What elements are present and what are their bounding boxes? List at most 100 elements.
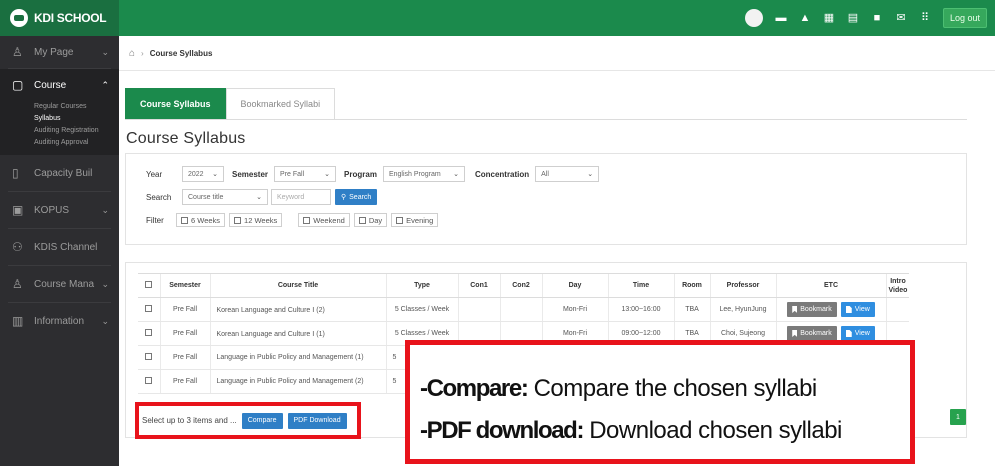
sidebar-item-label: KDIS Channel [34, 241, 98, 253]
keyword-placeholder: Keyword [277, 193, 305, 201]
filter-row-1: Year 2022 ⌄ Semester Pre Fall ⌄ Program En… [146, 166, 600, 182]
chevron-right-icon: › [141, 49, 144, 58]
cell-etc: Bookmark View [775, 297, 886, 322]
sidebar-item-label: My Page [34, 46, 74, 58]
header-icons: ▬ ▲ ▦ ▤ ■ ✉ ⠿ Log out [744, 0, 987, 36]
top-bar: KDI SCHOOL ▬ ▲ ▦ ▤ ■ ✉ ⠿ Log out [0, 0, 995, 36]
sidebar-subitem-auditing-approval[interactable]: Auditing Approval [0, 137, 119, 149]
search-icon: ⚲ [341, 194, 347, 201]
filter-6-weeks[interactable]: 6 Weeks [176, 213, 226, 227]
row-checkbox[interactable] [138, 345, 160, 370]
cell-intro-video [885, 297, 910, 322]
pdf-download-button[interactable]: PDF Download [287, 412, 347, 429]
select-all-header[interactable] [138, 273, 160, 298]
cell-semester: Pre Fall [159, 297, 210, 322]
sidebar-item-my-page[interactable]: ♙ My Page ⌄ [0, 36, 119, 68]
checkbox-icon [358, 216, 366, 224]
sidebar-subitem-regular-courses[interactable]: Regular Courses [0, 101, 119, 113]
checkbox-icon [145, 281, 153, 288]
header-time: Time [607, 273, 674, 298]
concentration-label: Concentration [474, 169, 530, 179]
concentration-select[interactable]: All ⌄ [535, 166, 600, 182]
header-intro-video: Intro Video [885, 273, 910, 298]
tab-bar: Course Syllabus Bookmarked Syllabi [125, 88, 336, 120]
view-button[interactable]: View [840, 302, 875, 317]
book-icon: ▯ [12, 166, 19, 180]
bookmark-button[interactable]: Bookmark [787, 326, 837, 341]
sidebar-subitem-auditing-registration[interactable]: Auditing Registration [0, 125, 119, 137]
sidebar-item-label: Course [34, 79, 67, 91]
file-icon [845, 306, 852, 313]
checkbox-icon [234, 216, 242, 224]
video-icon[interactable]: ■ [871, 12, 883, 24]
user-avatar[interactable] [744, 9, 763, 27]
filter-row-3: Filter 6 Weeks 12 Weeks Weekend Day Even… [146, 213, 439, 227]
document-icon[interactable]: ▬ [775, 12, 787, 24]
sidebar-item-kdis-channel[interactable]: ⚇ KDIS Channel [0, 229, 119, 265]
page-title: Course Syllabus [126, 130, 246, 147]
compare-button[interactable]: Compare [241, 412, 283, 429]
sidebar-item-course[interactable]: ▢ Course ⌃ [0, 69, 119, 101]
program-value: English Program [388, 170, 441, 178]
row-checkbox[interactable] [138, 321, 160, 346]
filter-12-weeks[interactable]: 12 Weeks [229, 213, 283, 227]
row-checkbox[interactable] [138, 297, 160, 322]
tab-course-syllabus[interactable]: Course Syllabus [125, 88, 226, 120]
pagination-page-1[interactable]: 1 [950, 409, 966, 425]
mail-icon[interactable]: ✉ [895, 12, 907, 24]
sidebar-subitem-syllabus[interactable]: Syllabus [0, 113, 119, 125]
table-row: Pre Fall Korean Language and Culture Ⅰ (… [138, 297, 910, 322]
sidebar-item-label: Capacity Buil [34, 167, 93, 179]
calendar-icon[interactable]: ▦ [823, 12, 835, 24]
callout-pdf-term: -PDF download: [420, 417, 584, 444]
filter-day[interactable]: Day [353, 213, 388, 227]
keyword-input[interactable]: Keyword [271, 189, 331, 205]
search-button[interactable]: ⚲ Search [335, 189, 378, 205]
breadcrumb-current: Course Syllabus [149, 49, 213, 58]
chevron-down-icon: ⌄ [101, 316, 109, 326]
course-icon: ▢ [12, 78, 24, 92]
search-field-select[interactable]: Course title ⌄ [182, 189, 268, 205]
bell-icon[interactable]: ▲ [799, 12, 811, 24]
semester-select[interactable]: Pre Fall ⌄ [274, 166, 337, 182]
checkbox-icon [181, 216, 188, 224]
logout-button[interactable]: Log out [942, 8, 987, 28]
checkbox-icon [145, 329, 153, 336]
bookmark-button[interactable]: Bookmark [787, 302, 837, 317]
tab-bookmarked-syllabi[interactable]: Bookmarked Syllabi [225, 88, 336, 120]
sidebar-item-kopus[interactable]: ▣ KOPUS ⌄ [0, 192, 119, 228]
sidebar-item-label: Information [34, 315, 85, 327]
checkbox-icon [145, 353, 153, 360]
cell-room: TBA [673, 297, 710, 322]
chevron-down-icon: ⌄ [587, 171, 594, 178]
table-header-row: Semester Course Title Type Con1 Con2 Day… [138, 273, 910, 298]
filter-weekend[interactable]: Weekend [298, 213, 350, 227]
apps-icon[interactable]: ⠿ [919, 12, 931, 24]
sidebar-item-course-management[interactable]: ♙ Course Mana ⌄ [0, 266, 119, 302]
concentration-value: All [541, 170, 549, 178]
logo[interactable]: KDI SCHOOL [0, 0, 119, 36]
cell-type: 5 Classes / Week [385, 297, 458, 322]
sidebar-item-capacity-building[interactable]: ▯ Capacity Buil [0, 155, 119, 191]
program-select[interactable]: English Program ⌄ [382, 166, 465, 182]
row-checkbox[interactable] [138, 369, 160, 394]
annotation-callout: -Compare: Compare the chosen syllabi -PD… [405, 340, 915, 464]
callout-pdf-desc: Download chosen syllabi [583, 417, 842, 444]
chevron-up-icon: ⌃ [101, 80, 109, 90]
filter-evening[interactable]: Evening [391, 213, 439, 227]
cell-con2 [499, 297, 542, 322]
home-icon[interactable]: ⌂ [129, 48, 135, 59]
sidebar-item-information[interactable]: ▥ Information ⌄ [0, 303, 119, 339]
user-icon: ♙ [12, 277, 23, 291]
checkbox-label: 12 Weeks [244, 215, 278, 225]
cell-semester: Pre Fall [159, 369, 210, 394]
filter-label: Filter [146, 215, 164, 225]
chevron-down-icon: ⌄ [101, 205, 109, 215]
program-label: Program [344, 169, 377, 179]
year-select[interactable]: 2022 ⌄ [182, 166, 224, 182]
view-button[interactable]: View [840, 326, 875, 341]
grid-icon[interactable]: ▤ [847, 12, 859, 24]
search-button-label: Search [349, 193, 372, 201]
sidebar: ♙ My Page ⌄ ▢ Course ⌃ Regular Courses S… [0, 36, 119, 466]
bookmark-label: Bookmark [800, 330, 832, 337]
